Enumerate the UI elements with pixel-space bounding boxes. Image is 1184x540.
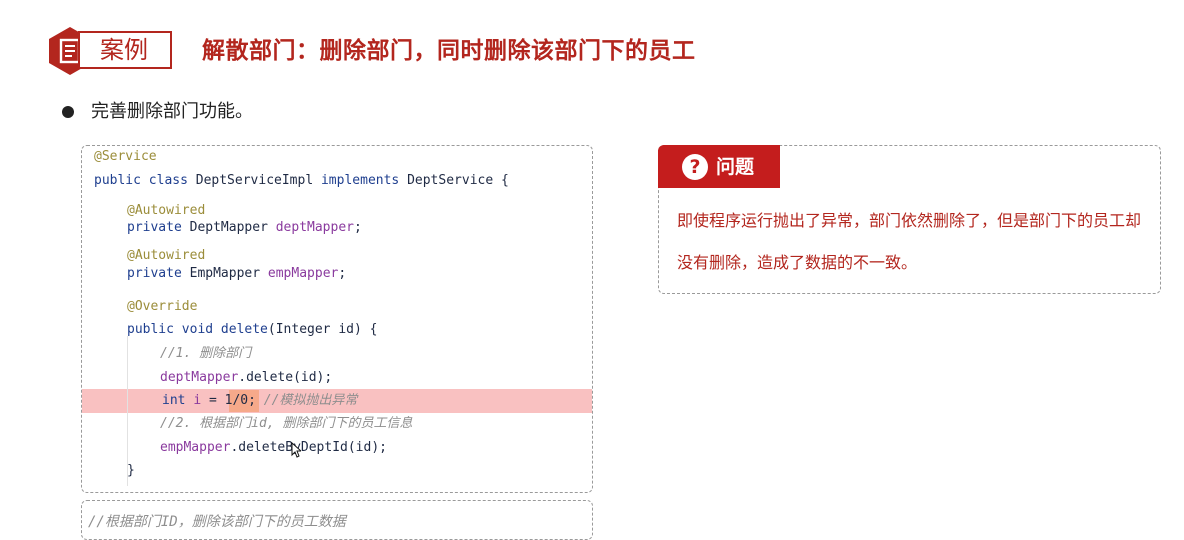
code-line: @Service <box>94 149 157 164</box>
code-line: private EmpMapper empMapper; <box>127 266 347 281</box>
problem-label: 问题 <box>716 156 755 178</box>
slide-title: 解散部门：删除部门，同时删除该部门下的员工 <box>202 38 696 64</box>
code-line: } <box>127 463 135 478</box>
code-line: empMapper.deleteByDeptId(id); <box>160 440 387 455</box>
code-line: //1. 删除部门 <box>160 346 252 361</box>
code-line: //2. 根据部门id, 删除部门下的员工信息 <box>160 416 413 431</box>
problem-text: 即使程序运行抛出了异常，部门依然删除了，但是部门下的员工却没有删除，造成了数据的… <box>677 211 1142 272</box>
code-line: int i = 1/0; //模拟抛出异常 <box>162 393 358 408</box>
code-line: public void delete(Integer id) { <box>127 322 378 337</box>
code-line: @Autowired <box>127 203 206 218</box>
code-line: private DeptMapper deptMapper; <box>127 220 362 235</box>
case-label: 案例 <box>100 36 148 64</box>
code-line: public class DeptServiceImpl implements … <box>94 173 509 188</box>
code-line: @Autowired <box>127 248 206 263</box>
code-line: @Override <box>127 299 198 314</box>
question-circle-icon: ? <box>682 154 708 180</box>
bullet-text: 完善删除部门功能。 <box>91 101 253 122</box>
code-line: deptMapper.delete(id); <box>160 370 333 385</box>
mouse-cursor-icon <box>291 442 301 458</box>
bullet-dot <box>62 106 74 118</box>
